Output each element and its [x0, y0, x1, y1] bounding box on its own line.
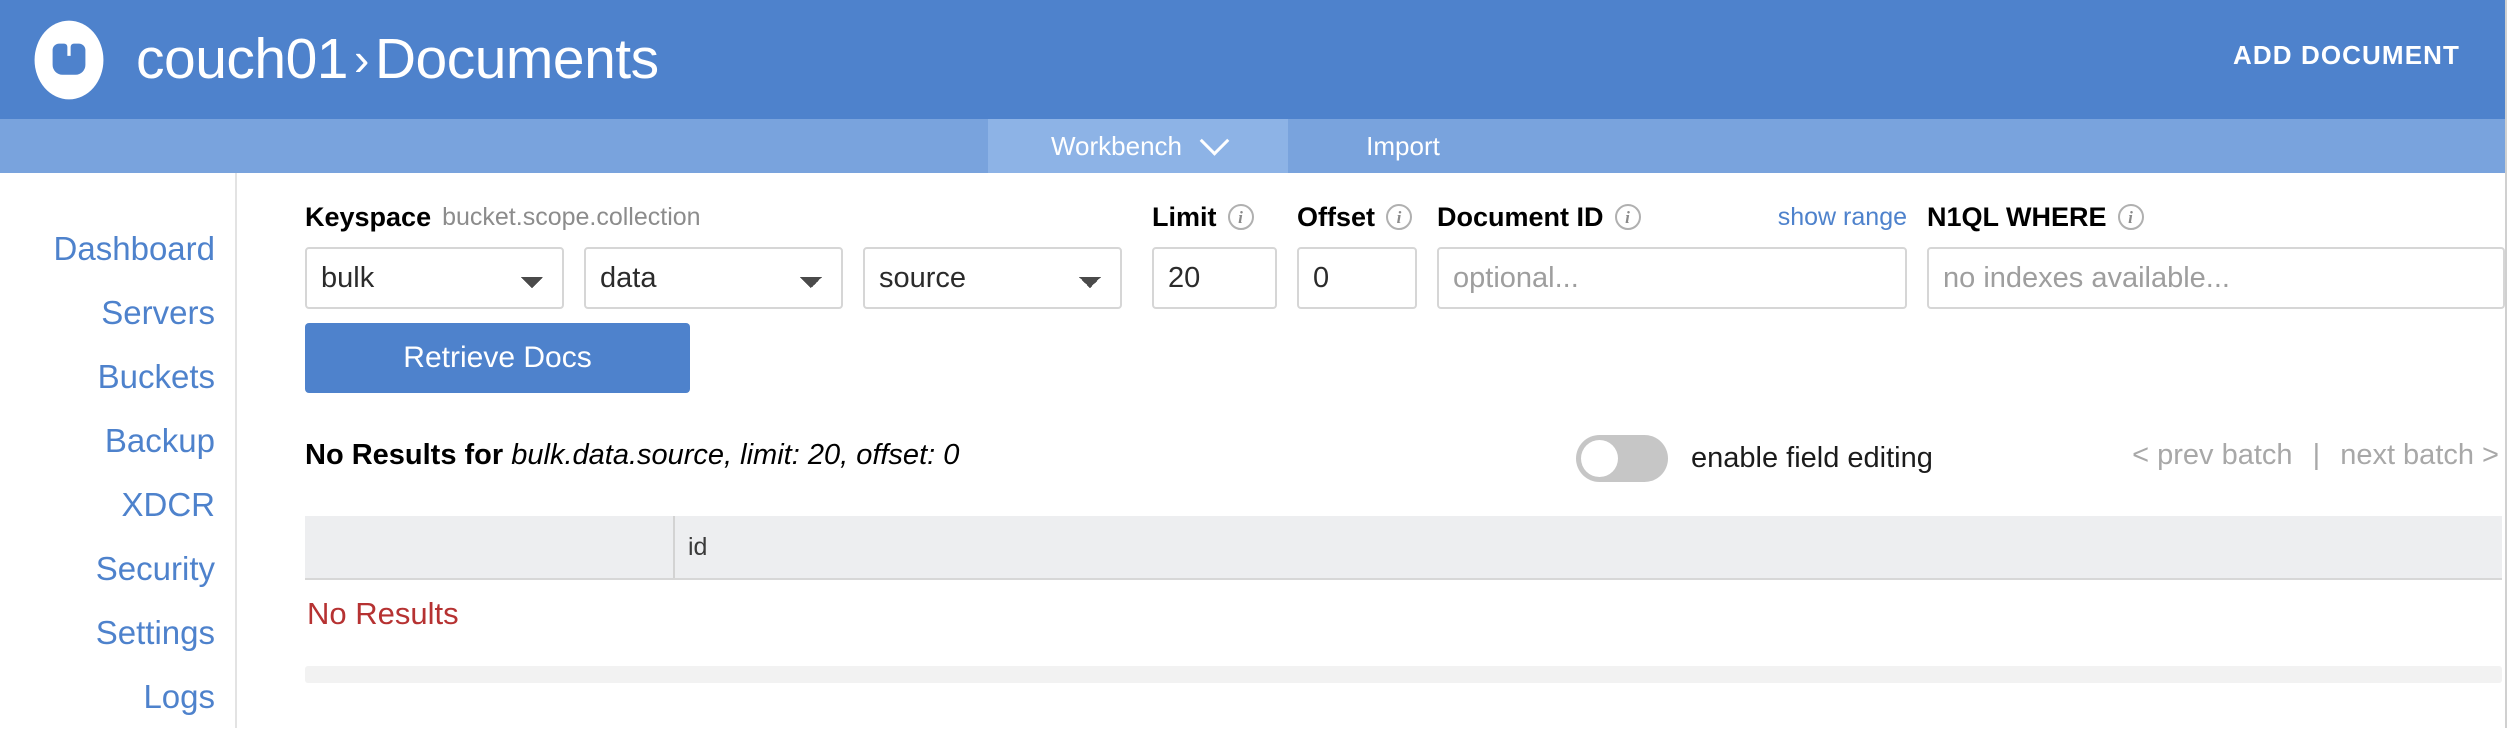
tab-import[interactable]: Import	[1288, 119, 1518, 173]
sidebar-item-buckets[interactable]: Buckets	[0, 345, 235, 409]
results-table-header: id	[305, 516, 2502, 580]
page-right-edge	[2505, 0, 2514, 728]
column-header-blank	[305, 516, 675, 578]
document-id-label: Document ID i	[1437, 202, 1641, 233]
n1ql-where-label-text: N1QL WHERE	[1927, 202, 2107, 233]
keyspace-hint: bucket.scope.collection	[442, 203, 700, 232]
tab-workbench[interactable]: Workbench	[988, 119, 1288, 173]
no-results-prefix: No Results for	[305, 439, 503, 471]
breadcrumb-section: Documents	[375, 27, 659, 91]
prev-batch-button[interactable]: < prev batch	[2132, 439, 2292, 471]
results-table-body: No Results	[305, 580, 2502, 658]
sidebar-item-security[interactable]: Security	[0, 537, 235, 601]
document-id-group: Document ID i show range	[1437, 201, 1907, 309]
batch-navigation: < prev batch | next batch >	[2132, 439, 2499, 472]
offset-input[interactable]	[1297, 247, 1417, 309]
no-results-message: No Results	[305, 596, 459, 632]
next-batch-button[interactable]: next batch >	[2340, 439, 2499, 471]
sidebar-item-logs[interactable]: Logs	[0, 665, 235, 729]
brand: couch01›Documents	[28, 19, 659, 101]
n1ql-where-label: N1QL WHERE i	[1927, 201, 2505, 233]
toggle-knob	[1581, 440, 1618, 477]
status-row: No Results for bulk.data.source, limit: …	[305, 435, 2499, 489]
limit-input[interactable]	[1152, 247, 1277, 309]
scope-select[interactable]: data	[584, 247, 843, 309]
app-header: couch01›Documents ADD DOCUMENT	[0, 0, 2514, 119]
sidebar-item-servers[interactable]: Servers	[0, 281, 235, 345]
breadcrumb-separator-icon: ›	[348, 33, 375, 85]
sidebar-item-dashboard[interactable]: Dashboard	[0, 217, 235, 281]
document-id-input[interactable]	[1437, 247, 1907, 309]
field-editing-toggle-wrap: enable field editing	[1576, 435, 1933, 482]
column-header-id: id	[675, 516, 2502, 578]
n1ql-where-group: N1QL WHERE i	[1927, 201, 2505, 309]
batch-separator: |	[2301, 439, 2333, 471]
horizontal-scrollbar[interactable]	[305, 666, 2502, 683]
n1ql-where-info-icon[interactable]: i	[2118, 204, 2144, 230]
couchbase-logo-icon	[28, 19, 110, 101]
offset-label-text: Offset	[1297, 202, 1375, 233]
offset-group: Offset i	[1297, 201, 1417, 309]
sidebar-item-backup[interactable]: Backup	[0, 409, 235, 473]
enable-field-editing-toggle[interactable]	[1576, 435, 1668, 482]
breadcrumb-cluster: couch01	[136, 27, 348, 91]
sidebar-item-settings[interactable]: Settings	[0, 601, 235, 665]
limit-label-text: Limit	[1152, 202, 1217, 233]
bucket-select[interactable]: bulk	[305, 247, 564, 309]
offset-label: Offset i	[1297, 201, 1417, 233]
sidebar: Dashboard Servers Buckets Backup XDCR Se…	[0, 173, 237, 728]
show-range-link[interactable]: show range	[1778, 203, 1907, 232]
main-content: Keyspace bucket.scope.collection bulk da…	[239, 173, 2514, 728]
add-document-button[interactable]: ADD DOCUMENT	[2233, 40, 2460, 71]
keyspace-label: Keyspace bucket.scope.collection	[305, 201, 1122, 233]
retrieve-docs-button[interactable]: Retrieve Docs	[305, 323, 690, 393]
document-id-label-row: Document ID i show range	[1437, 201, 1907, 233]
collection-select[interactable]: source	[863, 247, 1122, 309]
keyspace-selects: bulk data source	[305, 247, 1122, 309]
offset-info-icon[interactable]: i	[1386, 204, 1412, 230]
results-table: id No Results	[305, 516, 2502, 683]
document-id-info-icon[interactable]: i	[1615, 204, 1641, 230]
keyspace-label-text: Keyspace	[305, 202, 431, 233]
tab-workbench-label: Workbench	[1051, 131, 1182, 162]
chevron-down-icon	[1200, 125, 1230, 155]
n1ql-where-input[interactable]	[1927, 247, 2505, 309]
sidebar-item-xdcr[interactable]: XDCR	[0, 473, 235, 537]
breadcrumb: couch01›Documents	[136, 31, 659, 88]
limit-group: Limit i	[1152, 201, 1277, 309]
query-form: Keyspace bucket.scope.collection bulk da…	[305, 201, 2505, 309]
limit-info-icon[interactable]: i	[1228, 204, 1254, 230]
keyspace-group: Keyspace bucket.scope.collection bulk da…	[305, 201, 1122, 309]
no-results-status: No Results for bulk.data.source, limit: …	[305, 439, 959, 472]
query-summary: bulk.data.source, limit: 20, offset: 0	[511, 439, 959, 471]
enable-field-editing-label: enable field editing	[1691, 442, 1933, 475]
tab-import-label: Import	[1366, 131, 1440, 162]
limit-label: Limit i	[1152, 201, 1277, 233]
document-id-label-text: Document ID	[1437, 202, 1604, 233]
tab-strip: Workbench Import	[0, 119, 2514, 173]
